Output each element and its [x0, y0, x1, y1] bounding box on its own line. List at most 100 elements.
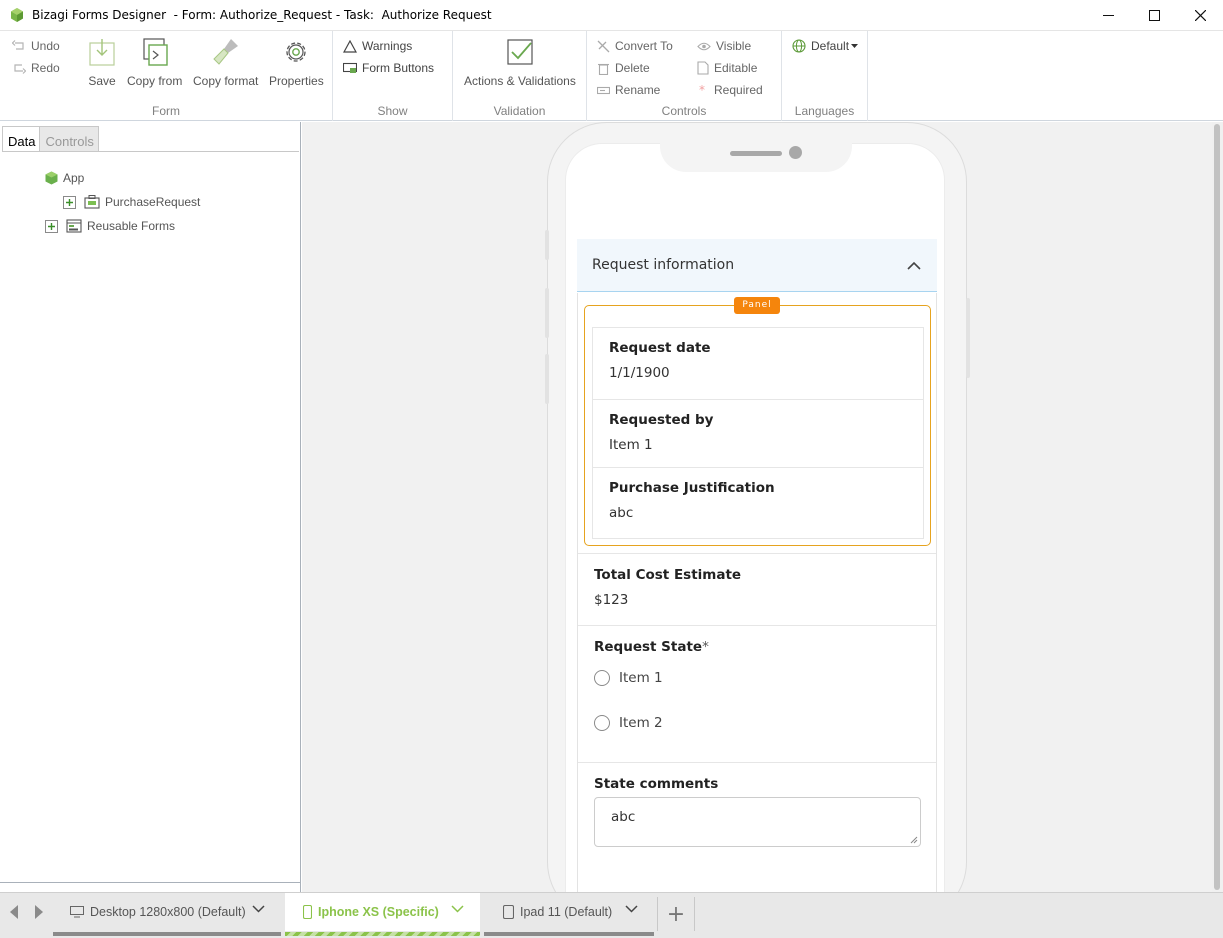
section-header-request-information[interactable]: Request information — [577, 239, 937, 292]
required-label: Required — [714, 83, 763, 97]
chevron-down-icon[interactable] — [451, 905, 464, 913]
phone-icon — [303, 905, 312, 919]
device-tab-ipad[interactable]: Ipad 11 (Default) — [484, 893, 654, 936]
arrow-left-icon[interactable] — [9, 905, 19, 919]
properties-button[interactable]: Properties — [269, 37, 324, 88]
panel-bottom-divider — [0, 882, 300, 883]
phone-camera — [789, 146, 802, 159]
field-divider — [593, 399, 923, 400]
paintbrush-icon — [212, 39, 238, 65]
rename-button[interactable]: Rename — [597, 83, 660, 97]
maximize-icon — [1148, 10, 1160, 21]
undo-icon — [12, 40, 24, 50]
tab-data[interactable]: Data — [2, 126, 41, 152]
properties-label: Properties — [269, 74, 324, 88]
field-label: State comments — [594, 776, 719, 792]
radio-button[interactable] — [594, 715, 610, 731]
form-buttons-icon — [343, 62, 357, 73]
chevron-up-icon[interactable] — [907, 261, 921, 270]
radio-option-item-1[interactable]: Item 1 — [594, 670, 663, 686]
form-buttons-label: Form Buttons — [362, 61, 435, 75]
field-divider — [578, 625, 936, 626]
tree-label-reusable-forms: Reusable Forms — [87, 219, 176, 233]
device-tab-iphone-xs[interactable]: Iphone XS (Specific) — [285, 893, 480, 936]
field-total-cost-estimate[interactable]: Total Cost Estimate $123 — [578, 567, 936, 608]
close-button[interactable] — [1177, 0, 1223, 31]
expand-plus-icon[interactable] — [63, 195, 76, 209]
maximize-button[interactable] — [1131, 0, 1177, 31]
form-buttons-button[interactable]: Form Buttons — [343, 61, 434, 75]
device-tab-label: Iphone XS (Specific) — [318, 905, 439, 919]
copy-format-label: Copy format — [193, 74, 259, 88]
group-label-languages: Languages — [794, 104, 855, 118]
caret-down-icon — [851, 43, 859, 48]
undo-button[interactable]: Undo — [12, 39, 60, 53]
tree-item-reusable-forms[interactable]: Reusable Forms — [45, 219, 175, 233]
visible-button[interactable]: Visible — [697, 39, 751, 53]
chevron-down-icon[interactable] — [625, 905, 638, 913]
section-body: Panel Request date 1/1/1900 Requested by… — [577, 293, 937, 892]
convert-to-button[interactable]: Convert To — [597, 39, 673, 53]
radio-button[interactable] — [594, 670, 610, 686]
ribbon-group-form: Undo Redo Save Copy from Copy format Pro… — [0, 31, 333, 121]
save-button[interactable]: Save — [88, 37, 116, 88]
expand-plus-icon[interactable] — [45, 219, 58, 233]
group-label-show: Show — [377, 104, 408, 118]
device-tab-bar: Desktop 1280x800 (Default) Iphone XS (Sp… — [0, 892, 1223, 938]
device-tab-desktop[interactable]: Desktop 1280x800 (Default) — [53, 893, 281, 936]
group-label-form: Form — [152, 104, 180, 118]
field-value: Item 1 — [609, 437, 653, 453]
delete-button[interactable]: Delete — [597, 61, 650, 75]
arrow-right-icon[interactable] — [34, 905, 44, 919]
chevron-down-icon[interactable] — [252, 905, 265, 913]
rename-label: Rename — [615, 83, 661, 97]
resize-handle-icon[interactable] — [910, 836, 918, 844]
device-tab-label: Desktop 1280x800 (Default) — [90, 905, 246, 919]
design-canvas: Request information Panel Request date 1… — [302, 122, 1212, 892]
warnings-button[interactable]: Warnings — [343, 39, 412, 53]
panel-container[interactable]: Panel Request date 1/1/1900 Requested by… — [584, 297, 931, 546]
required-button[interactable]: * Required — [697, 83, 763, 97]
phone-side-button — [545, 288, 549, 338]
radio-option-item-2[interactable]: Item 2 — [594, 715, 663, 731]
field-purchase-justification[interactable]: Purchase Justification abc — [593, 480, 923, 521]
field-requested-by[interactable]: Requested by Item 1 — [593, 412, 923, 453]
tree-item-purchase-request[interactable]: PurchaseRequest — [63, 195, 200, 209]
tree-item-app[interactable]: App — [45, 171, 84, 185]
scrollbar-thumb[interactable] — [1214, 124, 1220, 890]
tablet-icon — [503, 905, 514, 919]
forms-icon — [66, 219, 82, 233]
phone-side-button — [545, 354, 549, 404]
ribbon-toolbar: Undo Redo Save Copy from Copy format Pro… — [0, 31, 1223, 121]
editable-icon — [697, 61, 709, 75]
actions-validations-button[interactable]: Actions & Validations — [464, 37, 576, 88]
redo-button[interactable]: Redo — [12, 61, 60, 75]
language-dropdown[interactable]: Default — [792, 39, 863, 53]
radio-label: Item 2 — [619, 715, 663, 731]
copy-from-label: Copy from — [127, 74, 183, 88]
field-label: Purchase Justification — [609, 480, 775, 496]
add-device-button[interactable]: + — [657, 897, 695, 931]
state-comments-textarea[interactable]: abc — [594, 797, 921, 847]
field-request-state: Request State* — [578, 639, 936, 655]
minimize-button[interactable] — [1085, 0, 1131, 31]
request-state-label: Request State — [594, 639, 703, 655]
field-state-comments: State comments — [578, 776, 936, 792]
editable-button[interactable]: Editable — [697, 61, 757, 75]
field-request-date[interactable]: Request date 1/1/1900 — [593, 340, 923, 381]
phone-side-button — [545, 230, 549, 260]
copy-format-button[interactable]: Copy format — [193, 37, 258, 88]
asterisk-icon: * — [699, 84, 705, 96]
svg-text:*: * — [699, 84, 705, 96]
warnings-label: Warnings — [362, 39, 413, 53]
delete-label: Delete — [615, 61, 650, 75]
tab-controls[interactable]: Controls — [40, 126, 99, 152]
copy-from-button[interactable]: Copy from — [127, 37, 182, 88]
textarea-value: abc — [611, 809, 636, 825]
canvas-scrollbar[interactable] — [1212, 122, 1223, 892]
bizagi-logo-icon — [11, 8, 23, 22]
minimize-icon — [1102, 15, 1114, 16]
window-controls — [1085, 0, 1223, 31]
panel-badge: Panel — [734, 297, 780, 314]
save-label: Save — [88, 74, 116, 88]
